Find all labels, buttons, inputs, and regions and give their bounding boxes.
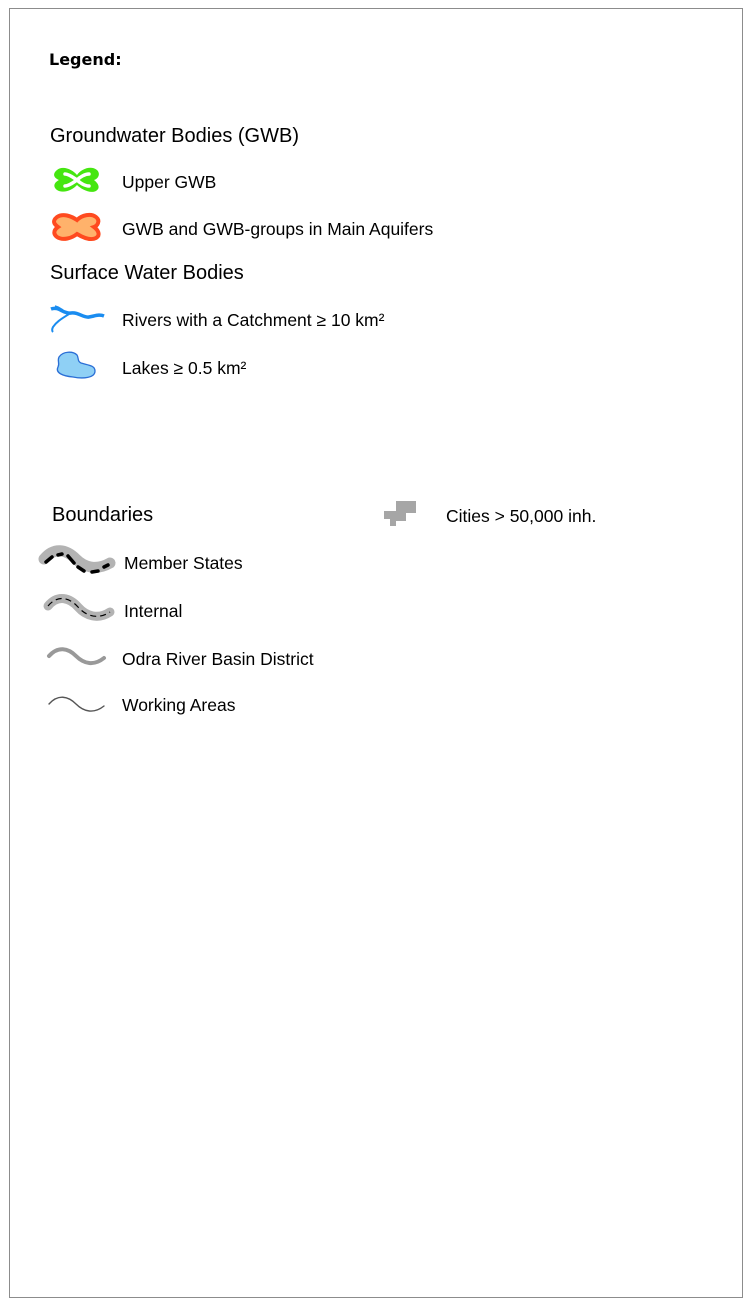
odra-district-label: Odra River Basin District — [122, 649, 314, 669]
main-aquifers-gwb-label: GWB and GWB-groups in Main Aquifers — [122, 219, 434, 239]
rivers-label: Rivers with a Catchment ≥ 10 km² — [122, 310, 385, 330]
upper-gwb-label: Upper GWB — [122, 172, 217, 192]
groundwater-heading: Groundwater Bodies (GWB) — [50, 125, 299, 147]
working-areas-label: Working Areas — [122, 695, 236, 715]
lakes-label: Lakes ≥ 0.5 km² — [122, 358, 247, 378]
green-gwb-shape-icon — [54, 167, 99, 192]
internal-boundary-icon — [43, 594, 115, 621]
member-states-label: Member States — [124, 553, 243, 573]
working-areas-line-icon — [48, 696, 105, 712]
river-basin-district-line-icon — [47, 647, 106, 665]
boundaries-heading: Boundaries — [52, 504, 154, 526]
internal-label: Internal — [124, 601, 183, 621]
surface-water-heading: Surface Water Bodies — [50, 262, 244, 284]
legend-panel — [9, 8, 743, 1298]
lake-shape-icon — [56, 351, 96, 379]
cities-label: Cities > 50,000 inh. — [446, 506, 597, 526]
river-line-icon — [50, 305, 105, 333]
member-states-boundary-icon — [38, 545, 116, 574]
legend-title: Legend: — [49, 50, 122, 69]
city-block-icon — [384, 501, 416, 526]
orange-gwb-shape-icon — [52, 212, 101, 242]
